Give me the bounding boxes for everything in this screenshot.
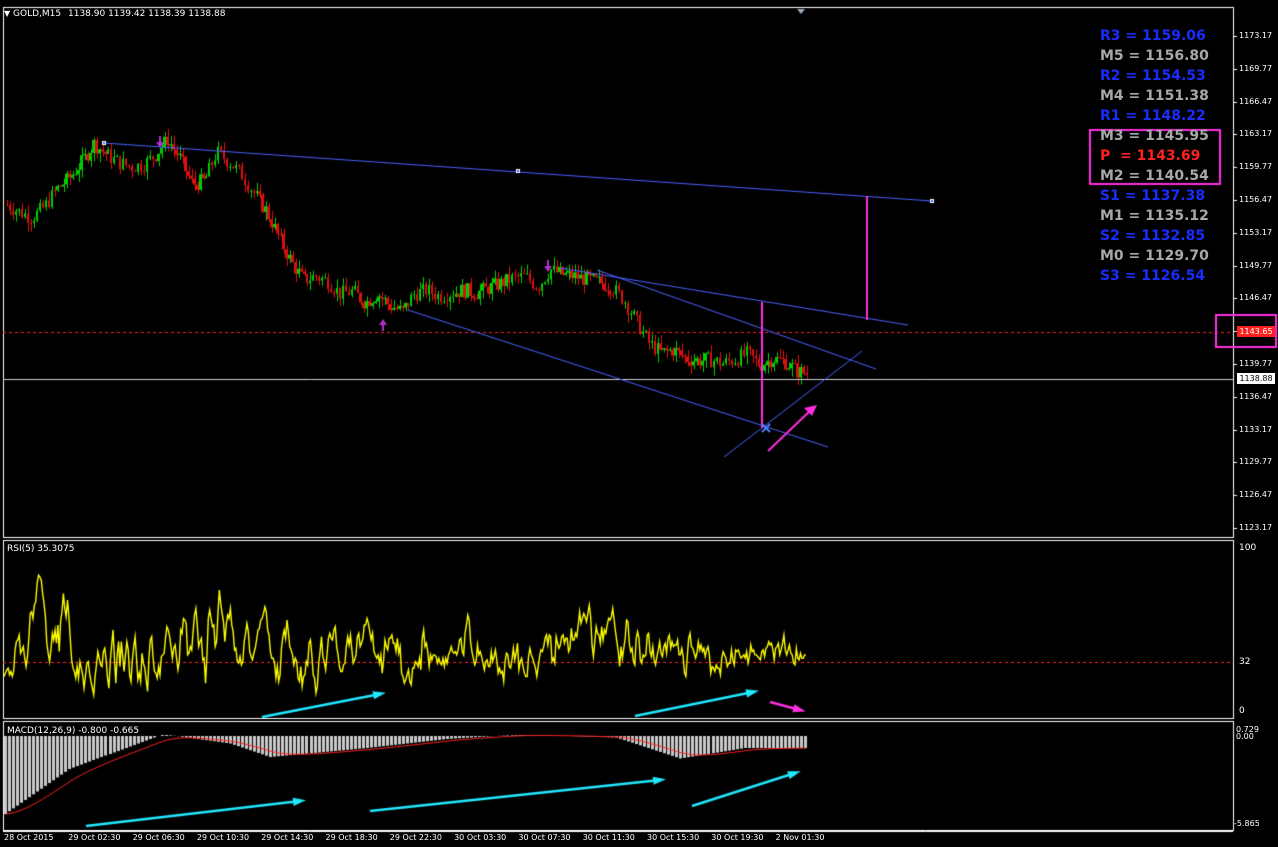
price-tick-label: 1169.77 (1239, 63, 1273, 73)
pivot-level: R2 = 1154.53 (1100, 68, 1206, 84)
macd-label: MACD(12,26,9) -0.800 -0.665 (7, 726, 140, 736)
pivot-level: R3 = 1159.06 (1100, 28, 1206, 44)
pivot-level: S2 = 1132.85 (1100, 228, 1206, 244)
collapse-triangle-icon[interactable]: ▼ (4, 9, 10, 18)
price-tick-label: 1149.77 (1239, 260, 1273, 270)
time-tick-label: 2 Nov 01:30 (775, 833, 825, 842)
time-tick-label: 29 Oct 10:30 (196, 833, 250, 842)
time-tick-label: 29 Oct 22:30 (389, 833, 442, 842)
rsi-level-32: 32 (1239, 657, 1251, 667)
pivot-level: M0 = 1129.70 (1100, 248, 1209, 264)
time-tick-label: 28 Oct 2015 (4, 833, 54, 842)
time-tick-label: 29 Oct 06:30 (132, 833, 185, 842)
time-tick-label: 30 Oct 11:30 (582, 833, 635, 842)
time-tick-label: 30 Oct 19:30 (711, 833, 764, 842)
time-tick-label: 29 Oct 14:30 (261, 833, 314, 842)
pivot-level: M2 = 1140.54 (1100, 168, 1209, 184)
price-tick-label: 1156.47 (1239, 195, 1273, 204)
time-tick-label: 29 Oct 02:30 (68, 833, 121, 842)
price-chart-canvas[interactable] (0, 0, 1278, 847)
rsi-level-100: 100 (1239, 543, 1257, 553)
current-pivot-price-tag: 1143.65 (1237, 326, 1275, 337)
pivot-level: S1 = 1137.38 (1100, 188, 1206, 204)
last-price-tag: 1138.88 (1237, 373, 1275, 384)
price-tick-label: 1173.17 (1239, 31, 1273, 40)
price-tick-label: 1133.17 (1239, 424, 1273, 434)
pivot-level: M3 = 1145.95 (1100, 128, 1209, 144)
price-tick-label: 1163.17 (1239, 129, 1273, 139)
time-tick-label: 30 Oct 15:30 (647, 833, 700, 842)
pivot-level: R1 = 1148.22 (1100, 108, 1206, 124)
pivot-level: M1 = 1135.12 (1100, 208, 1209, 224)
rsi-label: RSI(5) 35.3075 (7, 544, 75, 554)
price-tick-label: 1153.17 (1239, 227, 1273, 237)
pivot-level: P = 1143.69 (1100, 148, 1201, 164)
pivot-level: M4 = 1151.38 (1100, 88, 1209, 104)
time-tick-label: 30 Oct 07:30 (518, 833, 571, 842)
macd-level-zero: 0.00 (1236, 732, 1254, 741)
price-tick-label: 1146.47 (1239, 293, 1273, 303)
ohlc-label: 1138.90 1139.42 1138.39 1138.88 (68, 9, 226, 19)
price-tick-label: 1159.77 (1239, 162, 1273, 172)
price-tick-label: 1166.47 (1239, 96, 1273, 106)
pivot-level: S3 = 1126.54 (1100, 268, 1206, 284)
time-tick-label: 30 Oct 03:30 (454, 833, 507, 842)
price-tick-label: 1129.77 (1239, 457, 1273, 467)
price-tick-label: 1136.47 (1239, 391, 1273, 401)
chart-header: ▼ GOLD,M15 1138.90 1139.42 1138.39 1138.… (4, 9, 225, 19)
pivot-level: M5 = 1156.80 (1100, 48, 1209, 64)
rsi-level-0: 0 (1239, 706, 1245, 716)
symbol-label: GOLD,M15 (13, 9, 62, 19)
time-tick-label: 29 Oct 18:30 (325, 833, 378, 842)
price-tick-label: 1123.17 (1239, 523, 1273, 532)
price-tick-label: 1126.47 (1239, 490, 1273, 500)
macd-level-min: -5.865 (1234, 819, 1260, 828)
price-tick-label: 1139.77 (1239, 359, 1273, 368)
